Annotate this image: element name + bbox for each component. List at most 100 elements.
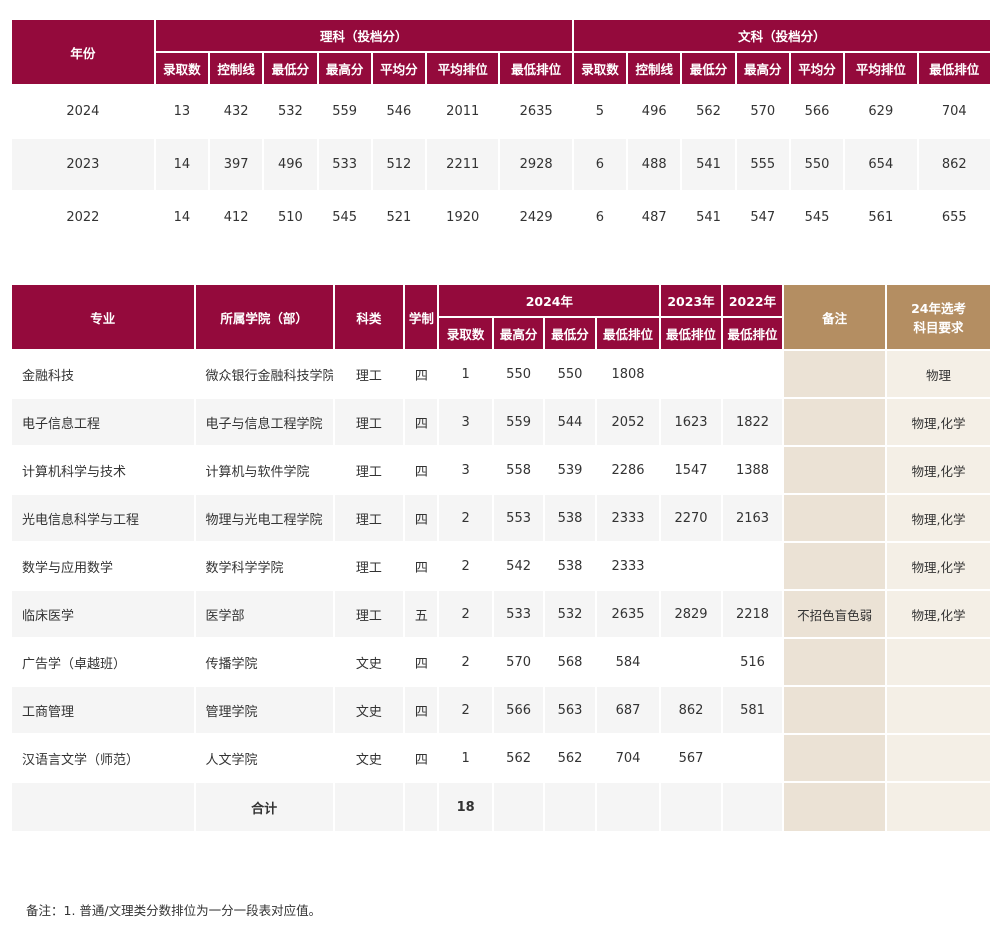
min-rank-2023-cell: 2829 — [661, 591, 721, 637]
year-2024-header: 2024年 — [439, 285, 660, 316]
note-cell — [784, 543, 886, 589]
arts-value-cell: 547 — [736, 192, 789, 243]
total-empty-cell — [887, 783, 990, 831]
min-rank-2022-cell — [722, 351, 783, 397]
min-rank-2022-cell: 1388 — [722, 447, 783, 493]
table-row: 工商管理 管理学院 文史四 2 566 563 687 862 581 — [12, 687, 990, 733]
min-rank-2022-cell: 2163 — [722, 495, 783, 541]
college-header: 所属学院（部） — [195, 285, 333, 349]
admitted-count-cell: 3 — [439, 447, 492, 493]
min-rank-2024-cell: 2286 — [596, 447, 660, 493]
min-rank-2023-cell — [661, 351, 721, 397]
science-value-cell: 2635 — [500, 86, 572, 137]
table-row: 汉语言文学（师范） 人文学院 文史四 1 562 562 704 567 — [12, 735, 990, 781]
total-empty-cell — [661, 783, 721, 831]
category-cell: 理工 — [334, 399, 404, 445]
category-cell: 理工 — [334, 495, 404, 541]
note-cell — [784, 399, 886, 445]
college-cell: 电子与信息工程学院 — [195, 399, 333, 445]
total-row: 合计 18 — [12, 783, 990, 831]
min-rank-2022-cell: 516 — [722, 639, 783, 685]
max-score-cell: 542 — [493, 543, 544, 589]
college-cell: 微众银行金融科技学院 — [195, 351, 333, 397]
max-score-cell: 566 — [493, 687, 544, 733]
subject-requirement-cell: 物理,化学 — [887, 591, 990, 637]
science-value-cell: 532 — [264, 86, 317, 137]
subject-requirement-cell — [887, 639, 990, 685]
min-rank-2022-cell: 581 — [722, 687, 783, 733]
subject-requirement-cell — [887, 735, 990, 781]
duration-cell: 五 — [405, 591, 438, 637]
arts-column-header: 录取数 — [573, 53, 627, 84]
science-column-header: 最低排位 — [500, 53, 572, 84]
science-value-cell: 1920 — [427, 192, 499, 243]
college-cell: 物理与光电工程学院 — [195, 495, 333, 541]
admitted-count-cell: 2 — [439, 687, 492, 733]
science-column-header: 控制线 — [209, 53, 263, 84]
min-rank-2024-cell: 687 — [596, 687, 660, 733]
science-column-header: 最低分 — [264, 53, 317, 84]
science-value-cell: 533 — [318, 139, 371, 190]
subject-requirement-cell — [887, 687, 990, 733]
total-empty-cell — [596, 783, 660, 831]
duration-header: 学制 — [405, 285, 438, 349]
arts-value-cell: 566 — [790, 86, 844, 137]
arts-column-header: 平均分 — [790, 53, 844, 84]
duration-cell: 四 — [405, 399, 438, 445]
min-rank-2023-cell: 862 — [661, 687, 721, 733]
table-row: 光电信息科学与工程 物理与光电工程学院 理工四 2 553 538 2333 2270 2163… — [12, 495, 990, 541]
category-cell: 理工 — [334, 543, 404, 589]
arts-value-cell: 5 — [573, 86, 627, 137]
min-rank-2024-cell: 2333 — [596, 543, 660, 589]
arts-value-cell: 562 — [682, 86, 735, 137]
year-2022-header: 2022年 — [722, 285, 783, 316]
min-rank-2024-cell: 704 — [596, 735, 660, 781]
total-empty-cell — [722, 783, 783, 831]
note-header: 备注 — [784, 285, 886, 349]
science-column-header: 录取数 — [155, 53, 208, 84]
admitted-count-cell: 1 — [439, 351, 492, 397]
min-rank-2023-cell: 2270 — [661, 495, 721, 541]
science-value-cell: 432 — [209, 86, 263, 137]
arts-value-cell: 550 — [790, 139, 844, 190]
year-cell: 2022 — [12, 192, 154, 243]
year-cell: 2023 — [12, 139, 154, 190]
admitted-count-cell: 3 — [439, 399, 492, 445]
majors-table: 专业 所属学院（部） 科类 学制 2024年 2023年 2022年 备注 24… — [10, 283, 992, 833]
science-value-cell: 546 — [372, 86, 426, 137]
admitted-count-cell: 1 — [439, 735, 492, 781]
total-label: 合计 — [195, 783, 333, 831]
min-score-cell: 563 — [545, 687, 595, 733]
science-column-header: 平均排位 — [427, 53, 499, 84]
science-value-cell: 13 — [155, 86, 208, 137]
min-rank-2022-cell — [722, 735, 783, 781]
table-row: 2022 14 412 510 545 521 1920 2429 6 487 541 547 545 5… — [12, 192, 990, 243]
subject-requirement-cell: 物理 — [887, 351, 990, 397]
subject-requirement-cell: 物理,化学 — [887, 543, 990, 589]
min-rank-2022-header: 最低排位 — [722, 318, 783, 349]
arts-value-cell: 704 — [918, 86, 990, 137]
table-row: 电子信息工程 电子与信息工程学院 理工四 3 559 544 2052 1623 1822 物理,… — [12, 399, 990, 445]
admitted-count-cell: 2 — [439, 591, 492, 637]
major-cell: 金融科技 — [12, 351, 194, 397]
category-cell: 文史 — [334, 735, 404, 781]
arts-column-header: 最低分 — [682, 53, 735, 84]
science-value-cell: 397 — [209, 139, 263, 190]
major-cell: 广告学（卓越班） — [12, 639, 194, 685]
duration-cell: 四 — [405, 687, 438, 733]
max-score-cell: 553 — [493, 495, 544, 541]
science-value-cell: 559 — [318, 86, 371, 137]
science-value-cell: 412 — [209, 192, 263, 243]
min-score-cell: 550 — [545, 351, 595, 397]
major-cell: 计算机科学与技术 — [12, 447, 194, 493]
max-score-cell: 559 — [493, 399, 544, 445]
arts-column-header: 最高分 — [736, 53, 789, 84]
min-rank-2022-cell: 1822 — [722, 399, 783, 445]
duration-cell: 四 — [405, 735, 438, 781]
subject-requirement-cell: 物理,化学 — [887, 399, 990, 445]
min-rank-2024-cell: 2052 — [596, 399, 660, 445]
admitted-count-cell: 2 — [439, 639, 492, 685]
arts-value-cell: 561 — [845, 192, 917, 243]
college-cell: 医学部 — [195, 591, 333, 637]
subject-requirement-header-line2: 科目要求 — [913, 320, 964, 335]
